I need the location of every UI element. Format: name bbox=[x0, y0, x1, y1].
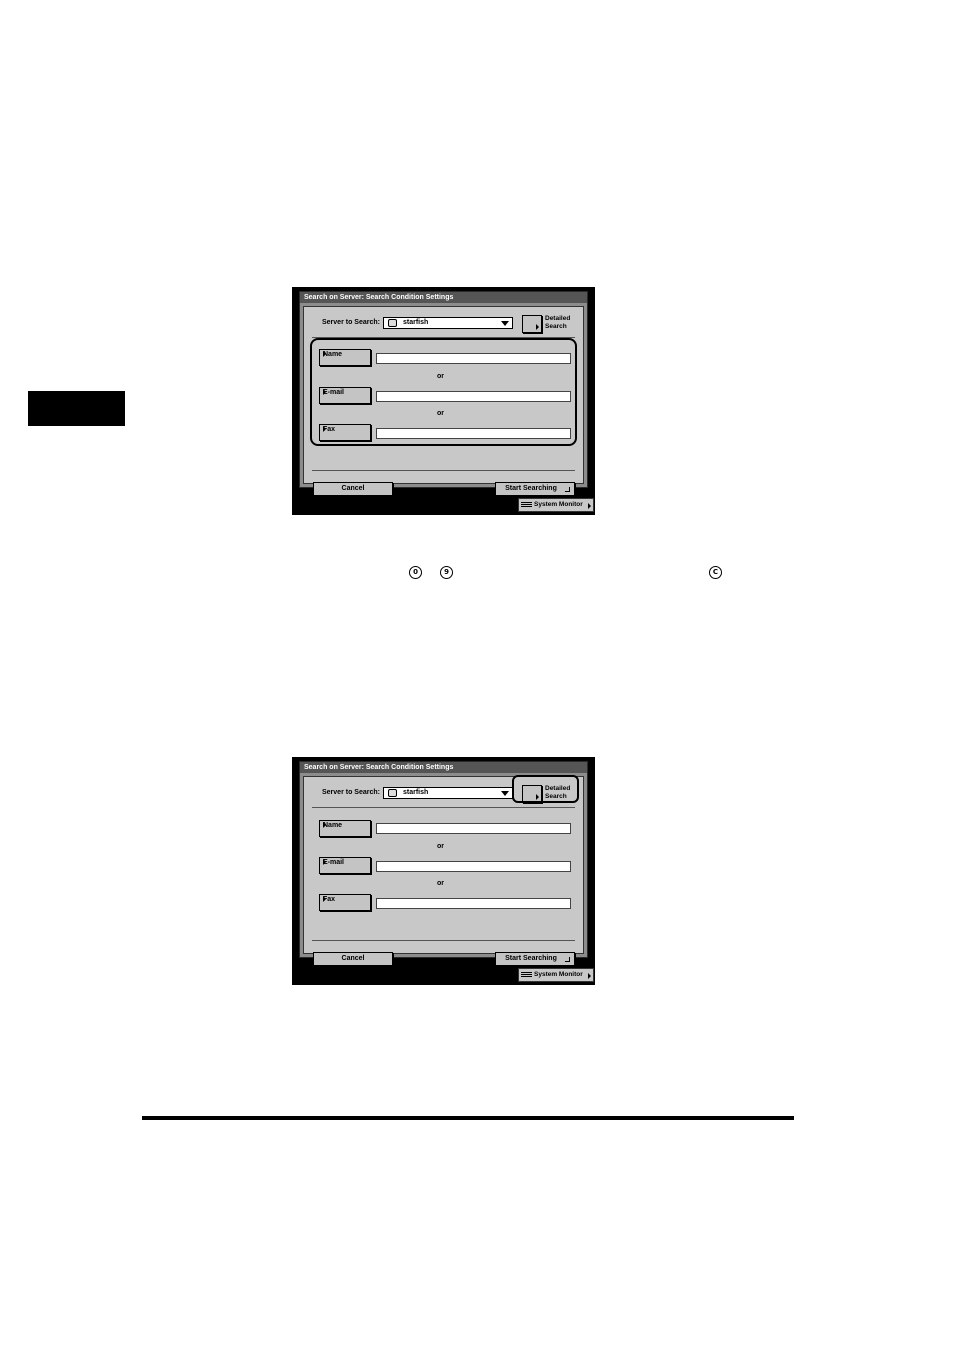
server-value: starfish bbox=[403, 319, 429, 326]
server-icon bbox=[388, 319, 397, 327]
search-condition-screen-2: Search on Server: Search Condition Setti… bbox=[292, 757, 595, 985]
footer-rule bbox=[142, 1116, 794, 1120]
server-dropdown[interactable]: starfish bbox=[383, 317, 513, 329]
arrow-right-icon bbox=[536, 324, 539, 330]
system-monitor-button[interactable]: System Monitor bbox=[518, 498, 594, 512]
arrow-right-icon bbox=[588, 973, 591, 979]
system-monitor-label: System Monitor bbox=[534, 501, 583, 508]
search-condition-screen-1: Search on Server: Search Condition Setti… bbox=[292, 287, 595, 515]
email-field[interactable] bbox=[376, 861, 571, 872]
name-field[interactable] bbox=[376, 823, 571, 834]
detailed-search-line2: Search bbox=[545, 322, 567, 330]
cancel-button[interactable]: Cancel bbox=[313, 482, 393, 496]
chapter-tab bbox=[28, 391, 125, 426]
arrow-right-icon bbox=[588, 503, 591, 509]
detailed-search-line1: Detailed bbox=[545, 315, 571, 322]
name-button[interactable]: Name bbox=[319, 820, 371, 837]
numeric-key-0-icon: 0 bbox=[409, 566, 422, 579]
monitor-icon bbox=[521, 972, 532, 978]
server-dropdown[interactable]: starfish bbox=[383, 787, 513, 799]
dialog-title: Search on Server: Search Condition Setti… bbox=[300, 762, 587, 773]
highlight-frame bbox=[310, 338, 577, 446]
highlight-frame bbox=[512, 775, 579, 803]
dropdown-arrow-icon bbox=[501, 321, 509, 326]
server-icon bbox=[388, 789, 397, 797]
or-text: or bbox=[437, 880, 444, 887]
dropdown-arrow-icon bbox=[501, 791, 509, 796]
separator bbox=[312, 807, 575, 808]
email-button[interactable]: E-mail bbox=[319, 857, 371, 874]
monitor-icon bbox=[521, 502, 532, 508]
detailed-search-label: Detailed Search bbox=[545, 315, 570, 330]
enter-icon bbox=[565, 487, 570, 492]
separator bbox=[312, 940, 575, 941]
server-to-search-label: Server to Search: bbox=[322, 789, 380, 796]
start-searching-label: Start Searching bbox=[505, 485, 557, 492]
fax-button[interactable]: Fax bbox=[319, 894, 371, 911]
email-button-label: E-mail bbox=[323, 859, 345, 866]
dialog-title: Search on Server: Search Condition Setti… bbox=[300, 292, 587, 303]
clear-key-icon: C bbox=[709, 566, 722, 579]
system-monitor-button[interactable]: System Monitor bbox=[518, 968, 594, 982]
separator bbox=[312, 470, 575, 471]
arrow-right-icon bbox=[323, 822, 326, 828]
enter-icon bbox=[565, 957, 570, 962]
detailed-search-button[interactable] bbox=[522, 315, 542, 333]
arrow-right-icon bbox=[323, 896, 326, 902]
arrow-right-icon bbox=[323, 859, 326, 865]
server-to-search-label: Server to Search: bbox=[322, 319, 380, 326]
start-searching-label: Start Searching bbox=[505, 955, 557, 962]
start-searching-button[interactable]: Start Searching bbox=[495, 482, 575, 496]
system-monitor-label: System Monitor bbox=[534, 971, 583, 978]
or-text: or bbox=[437, 843, 444, 850]
cancel-button[interactable]: Cancel bbox=[313, 952, 393, 966]
start-searching-button[interactable]: Start Searching bbox=[495, 952, 575, 966]
fax-field[interactable] bbox=[376, 898, 571, 909]
server-value: starfish bbox=[403, 789, 429, 796]
numeric-key-9-icon: 9 bbox=[440, 566, 453, 579]
